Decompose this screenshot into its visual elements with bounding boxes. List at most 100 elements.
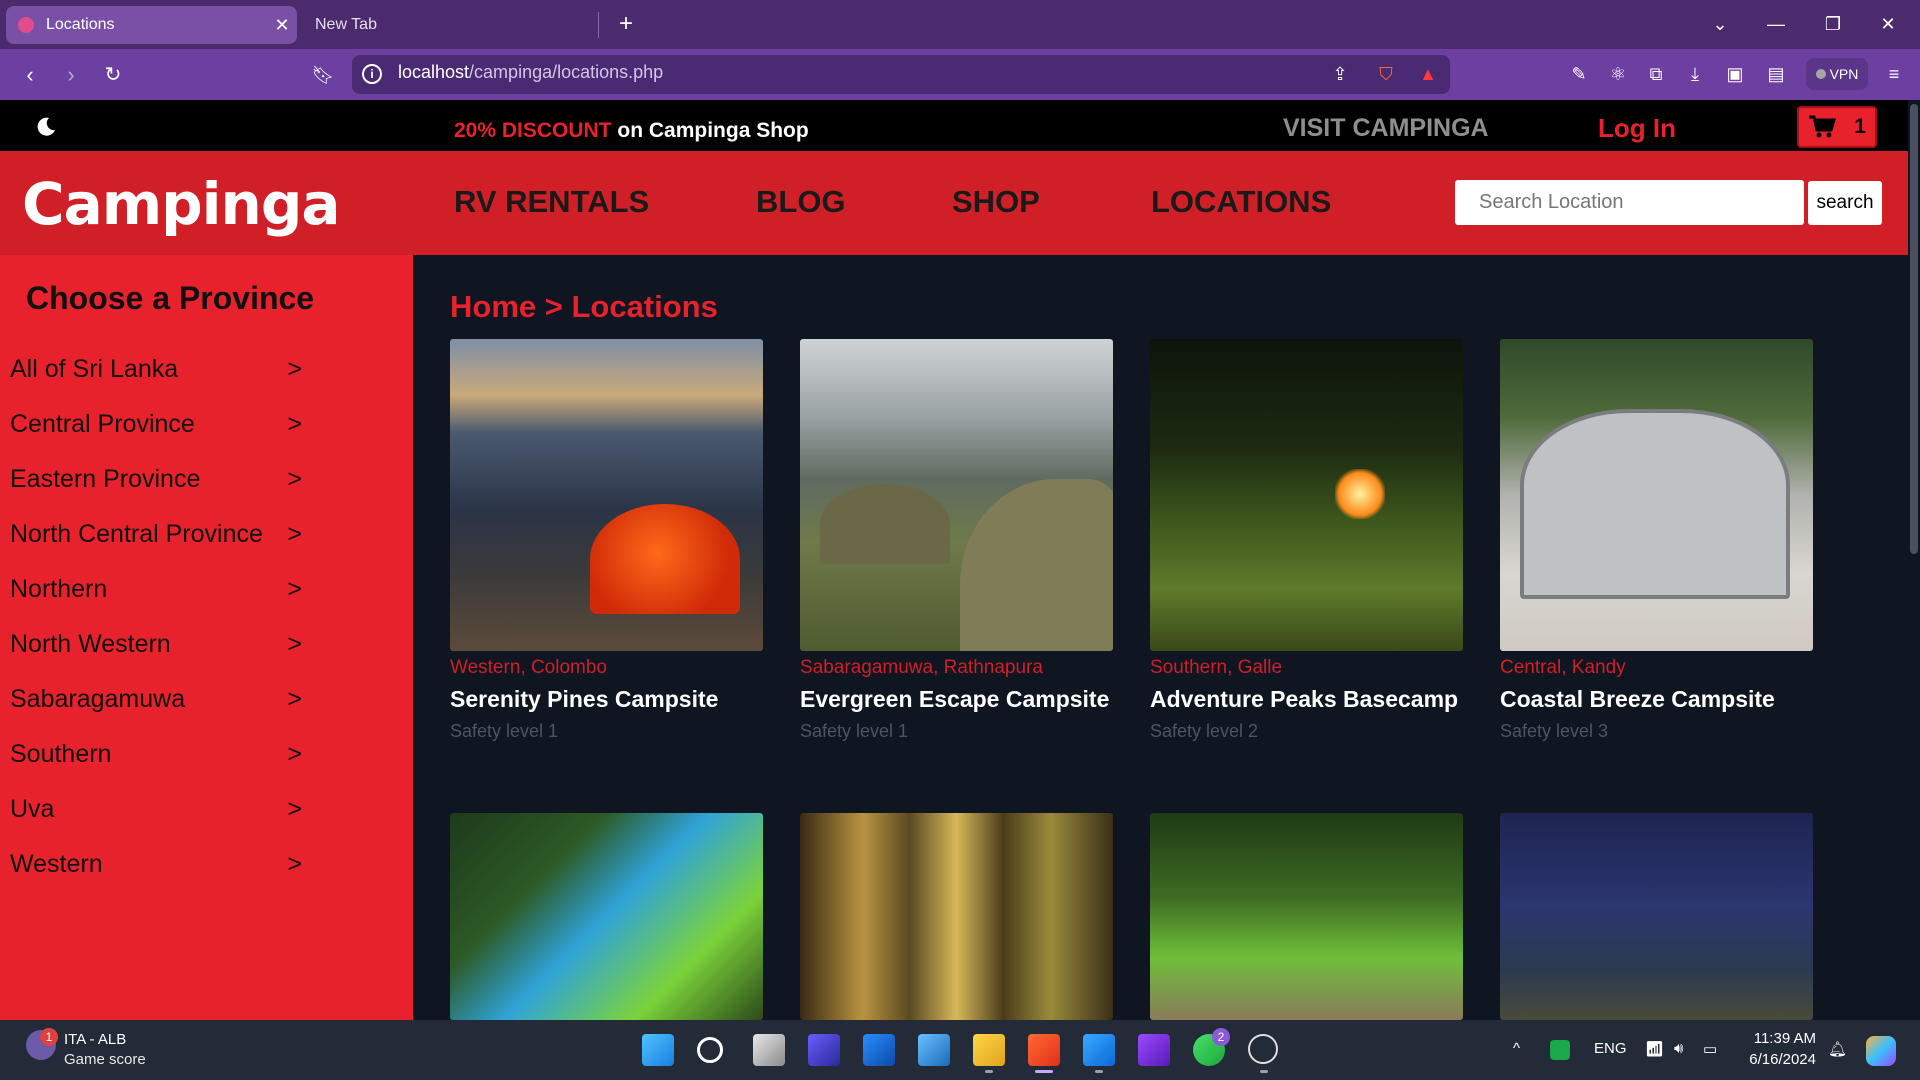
campsite-photo[interactable]	[800, 339, 1113, 651]
download-icon[interactable]: ⤓	[1681, 60, 1709, 88]
cart-button[interactable]: 1	[1797, 106, 1877, 148]
campsite-photo[interactable]	[450, 339, 763, 651]
campsite-title[interactable]: Coastal Breeze Campsite	[1500, 686, 1813, 713]
campinga-logo[interactable]: Campinga	[22, 170, 340, 238]
campsite-card[interactable]	[450, 813, 763, 1020]
visit-campinga-link[interactable]: VISIT CAMPINGA	[1283, 114, 1489, 143]
new-tab-plus-icon[interactable]: +	[612, 10, 640, 38]
widget-line2[interactable]: Game score	[64, 1051, 146, 1068]
campsite-photo[interactable]	[450, 813, 763, 1020]
active-indicator	[1035, 1070, 1053, 1073]
campsite-card[interactable]: Southern, Galle Adventure Peaks Basecamp…	[1150, 339, 1463, 742]
sidebar-toggle-icon[interactable]: ▣	[1721, 60, 1749, 88]
reload-icon[interactable]: ↻	[97, 59, 129, 91]
close-tab-icon[interactable]: ✕	[267, 15, 297, 36]
battery-icon[interactable]: ▭	[1703, 1040, 1717, 1058]
copilot-icon[interactable]	[1866, 1036, 1896, 1066]
tab-title: Locations	[46, 16, 115, 33]
chevron-right-icon: >	[287, 464, 302, 493]
campsite-photo[interactable]	[800, 813, 1113, 1020]
share-icon[interactable]: ⇪	[1326, 60, 1354, 88]
campsite-card[interactable]	[1150, 813, 1463, 1020]
campsite-card[interactable]: Sabaragamuwa, Rathnapura Evergreen Escap…	[800, 339, 1113, 742]
campsite-title[interactable]: Serenity Pines Campsite	[450, 686, 763, 713]
province-item[interactable]: Central Province >	[10, 404, 310, 444]
windows-taskbar	[0, 1020, 1920, 1080]
tray-overflow-chevron-icon[interactable]: ^	[1513, 1040, 1520, 1057]
nav-blog[interactable]: BLOG	[756, 184, 846, 220]
province-item[interactable]: All of Sri Lanka >	[10, 349, 310, 389]
wifi-icon[interactable]: 📶︎	[1645, 1040, 1664, 1058]
tab-search-chevron-icon[interactable]: ⌄	[1700, 10, 1740, 38]
province-item[interactable]: Northern >	[10, 569, 310, 609]
campsite-card[interactable]: Central, Kandy Coastal Breeze Campsite S…	[1500, 339, 1813, 742]
brave-rewards-icon[interactable]: ▲	[1414, 60, 1442, 88]
eyedropper-icon[interactable]: ✎	[1565, 60, 1593, 88]
province-item[interactable]: North Central Province >	[10, 514, 310, 554]
search-icon[interactable]	[697, 1037, 723, 1063]
restore-icon[interactable]: ❐	[1813, 10, 1853, 38]
menu-hamburger-icon[interactable]: ≡	[1880, 60, 1908, 88]
tent-shape	[820, 484, 950, 564]
app-icon[interactable]	[863, 1034, 895, 1066]
province-item[interactable]: Eastern Province >	[10, 459, 310, 499]
nav-locations[interactable]: LOCATIONS	[1151, 184, 1331, 220]
campsite-photo[interactable]	[1150, 339, 1463, 651]
tent-shape	[590, 504, 740, 614]
campsite-photo[interactable]	[1150, 813, 1463, 1020]
vpn-button[interactable]: VPN	[1806, 58, 1868, 90]
close-window-icon[interactable]: ✕	[1868, 10, 1908, 38]
back-arrow-icon[interactable]: ‹	[14, 59, 46, 91]
province-item[interactable]: Uva >	[10, 789, 310, 829]
app-icon[interactable]	[808, 1034, 840, 1066]
province-label: Sabaragamuwa	[10, 684, 186, 713]
clock-date[interactable]: 6/16/2024	[1742, 1051, 1816, 1068]
login-link[interactable]: Log In	[1598, 113, 1676, 144]
address-bar-url[interactable]: localhost/campinga/locations.php	[398, 62, 663, 83]
campsite-title[interactable]: Adventure Peaks Basecamp	[1150, 686, 1463, 713]
campsite-photo[interactable]	[1500, 339, 1813, 651]
province-item[interactable]: Southern >	[10, 734, 310, 774]
campsite-card[interactable]: Western, Colombo Serenity Pines Campsite…	[450, 339, 763, 742]
extensions-puzzle-icon[interactable]: ⧉	[1642, 60, 1670, 88]
minimize-icon[interactable]: —	[1756, 10, 1796, 38]
page-scrollbar-thumb[interactable]	[1910, 104, 1918, 554]
dark-mode-moon-icon[interactable]	[34, 115, 58, 139]
nav-rv-rentals[interactable]: RV RENTALS	[454, 184, 649, 220]
task-view-icon[interactable]	[753, 1034, 785, 1066]
province-item[interactable]: North Western >	[10, 624, 310, 664]
province-item[interactable]: Western >	[10, 844, 310, 884]
bookmark-icon[interactable]: 🔖︎	[307, 59, 339, 91]
notification-bell-icon[interactable]: 🔔︎	[1828, 1040, 1847, 1058]
breadcrumb[interactable]: Home > Locations	[450, 289, 718, 325]
volume-icon[interactable]: 🔊︎	[1674, 1040, 1683, 1057]
vscode-icon[interactable]	[1083, 1034, 1115, 1066]
tab-new-tab[interactable]: New Tab	[300, 6, 600, 44]
clock-time[interactable]: 11:39 AM	[1742, 1030, 1816, 1047]
windows-start-icon[interactable]	[642, 1034, 674, 1066]
forward-arrow-icon[interactable]: ›	[55, 59, 87, 91]
tab-locations[interactable]: Locations ✕	[6, 6, 297, 44]
wallet-icon[interactable]: ▤	[1762, 60, 1790, 88]
brave-browser-icon[interactable]	[1028, 1034, 1060, 1066]
province-item[interactable]: Sabaragamuwa >	[10, 679, 310, 719]
campsite-title[interactable]: Evergreen Escape Campsite	[800, 686, 1113, 713]
extension-react-icon[interactable]: ⚛	[1604, 60, 1632, 88]
site-info-icon[interactable]: i	[362, 64, 382, 84]
tray-app-icon[interactable]	[1550, 1040, 1570, 1060]
chevron-right-icon: >	[287, 574, 302, 603]
obs-icon[interactable]	[1248, 1034, 1278, 1064]
widget-line1[interactable]: ITA - ALB	[64, 1031, 126, 1048]
brave-shields-icon[interactable]: ⛉	[1372, 60, 1400, 88]
campsite-card[interactable]	[1500, 813, 1813, 1020]
visual-studio-icon[interactable]	[1138, 1034, 1170, 1066]
campsite-card[interactable]	[800, 813, 1113, 1020]
vpn-status-icon	[1815, 69, 1826, 79]
search-location-input[interactable]	[1455, 180, 1804, 225]
search-button[interactable]: search	[1808, 181, 1882, 225]
file-explorer-icon[interactable]	[973, 1034, 1005, 1066]
language-indicator[interactable]: ENG	[1594, 1040, 1627, 1057]
notepad-icon[interactable]	[918, 1034, 950, 1066]
campsite-photo[interactable]	[1500, 813, 1813, 1020]
nav-shop[interactable]: SHOP	[952, 184, 1040, 220]
